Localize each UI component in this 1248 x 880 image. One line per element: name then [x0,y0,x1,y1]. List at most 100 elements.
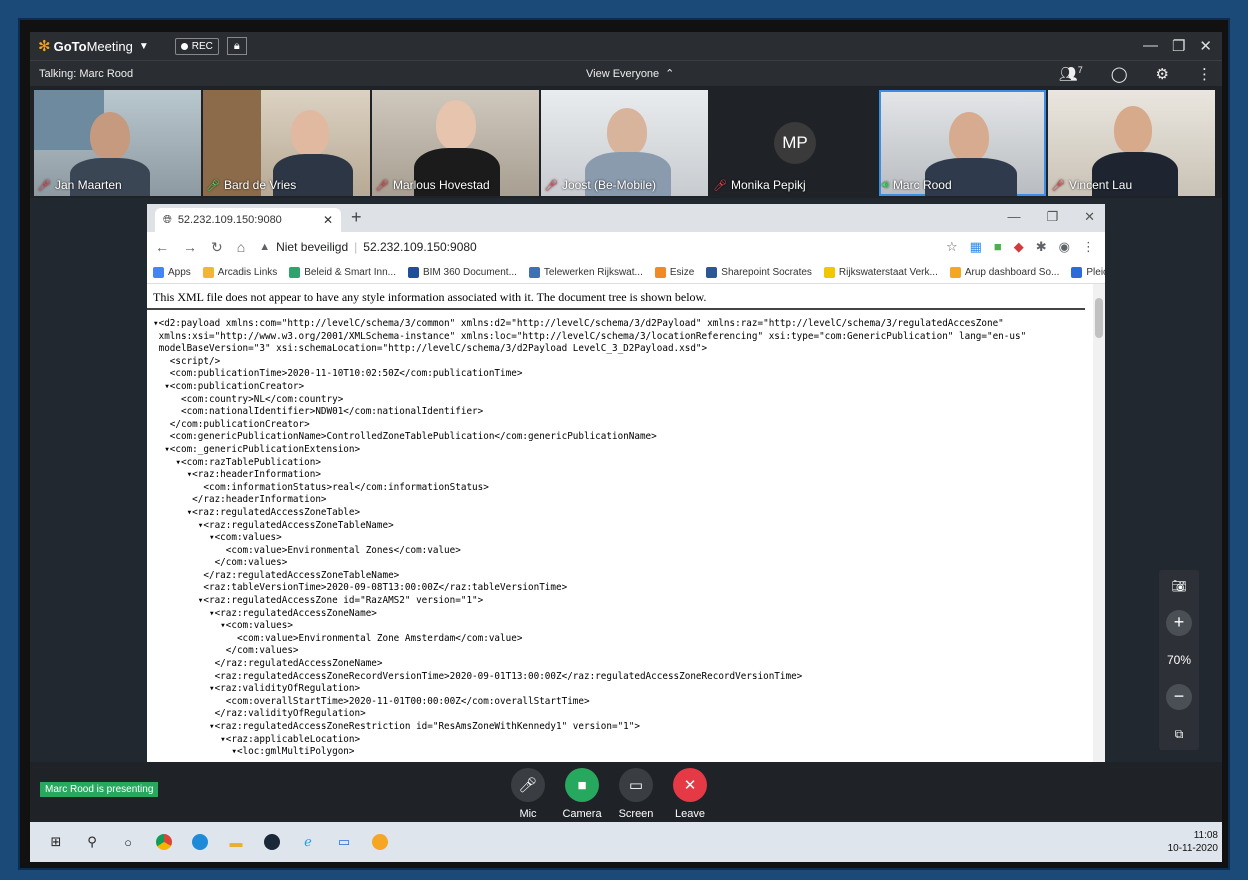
globe-icon: 🌐︎ [163,213,172,226]
new-tab-button[interactable]: + [351,207,362,228]
xml-line[interactable]: ▾<raz:regulatedAccessZone id="RazAMS2" v… [153,595,1093,608]
xml-line[interactable]: ▾<loc:gmlMultiPolygon> [153,746,1093,759]
search-icon[interactable]: ⚲ [82,832,102,852]
bookmark-item[interactable]: Esize [654,267,694,278]
chat-icon[interactable]: ◯ [1111,65,1128,83]
xml-line[interactable]: ▾<raz:regulatedAccessZoneTable> [153,507,1093,520]
video-tile[interactable]: 🎤︎ Joost (Be-Mobile) [541,90,708,196]
restore-icon[interactable]: ❐ [1046,209,1058,225]
gotomeeting-menu[interactable]: ✻ GoTo Meeting ▼ [38,37,149,55]
xml-line: xmlns:xsi="http://www.w3.org/2001/XMLSch… [153,330,1027,342]
xml-line[interactable]: ▾<com:razTablePublication> [153,457,1093,470]
puzzle-icon[interactable]: ✱ [1036,239,1047,255]
ie-icon[interactable]: ℯ [298,832,318,852]
xml-line[interactable]: ▾<d2:payload xmlns:com="http://levelC/sc… [153,318,1093,331]
gotomeeting-taskbar-icon[interactable] [370,832,390,852]
steam-icon[interactable] [262,832,282,852]
video-tile[interactable]: 🎤︎ Vincent Lau [1048,90,1215,196]
bookmark-item[interactable]: BIM 360 Document... [407,267,517,278]
restore-icon[interactable]: ❐ [1172,37,1185,55]
zoom-out-button[interactable]: − [1166,683,1192,710]
extension-ms-icon[interactable]: ■ [994,239,1002,255]
xml-line[interactable]: ▾<com:values> [153,532,1093,545]
xml-line: </com:values> [153,557,288,569]
vertical-scrollbar[interactable] [1093,284,1105,762]
camera-button[interactable]: ■ Camera [562,768,602,820]
pop-out-icon[interactable]: ⧉ [1175,727,1184,742]
lock-icon: 🔒︎ [233,39,240,52]
star-icon[interactable]: ☆ [946,239,958,255]
leave-button[interactable]: ✕ Leave [672,768,708,820]
back-icon[interactable]: ← [155,239,169,255]
minimize-icon[interactable]: — [1143,37,1158,55]
cortana-icon[interactable]: ○ [118,832,138,852]
xml-line[interactable]: ▾<raz:regulatedAccessZoneTableName> [153,520,1093,533]
lock-meeting-button[interactable]: 🔒︎ [226,37,247,55]
omnibox[interactable]: ▲ Niet beveiligd | 52.232.109.150:9080 [259,240,477,254]
bookmark-label: Beleid & Smart Inn... [304,267,396,278]
file-explorer-icon[interactable]: ▬ [226,832,246,852]
record-label: REC [191,40,213,52]
xml-line[interactable]: ▾<com:publicationCreator> [153,381,1093,394]
gear-icon[interactable]: ⚙ [1156,65,1169,83]
bookmark-icon [949,267,961,278]
bookmark-item[interactable]: Sharepoint Socrates [706,267,812,278]
more-vertical-icon[interactable]: ⋮ [1197,65,1212,83]
profile-icon[interactable]: ◉ [1059,239,1070,255]
more-vertical-icon[interactable]: ⋮ [1082,239,1095,255]
participant-name: 🎤︎ Jan Maarten [37,178,122,192]
windows-start-icon[interactable]: ⊞ [46,832,66,852]
bookmark-item[interactable]: Telewerken Rijkswat... [528,267,643,278]
xml-line[interactable]: ▾<com:values> [153,620,1093,633]
tab-bar: 🌐︎ 52.232.109.150:9080 ✕ + — ❐ ✕ [147,204,1105,232]
xml-line: <raz:regulatedAccessZoneRecordVersionTim… [153,670,803,682]
camera-snapshot-icon[interactable]: 📷︎ [1171,579,1186,593]
info-bar-actions: 👥︎7 ◯ ⚙ ⋮ [1059,65,1212,83]
extension-grid-icon[interactable]: ▦ [970,239,982,255]
xml-line[interactable]: ▾<raz:headerInformation> [153,469,1093,482]
bookmarks-bar: Apps Arcadis Links Beleid & Smart Inn... BI… [147,262,1105,284]
record-button[interactable]: REC [174,37,219,55]
system-clock[interactable]: 11:08 10-11-2020 [1168,829,1218,855]
minimize-icon[interactable]: — [1007,209,1020,225]
video-tile[interactable]: 🎤︎ Jan Maarten [34,90,201,196]
scrollbar-thumb[interactable] [1095,298,1103,338]
mic-button[interactable]: 🎤︎ Mic [510,768,546,820]
chevron-up-down-icon: ⌃ [665,68,675,80]
bookmark-item[interactable]: Beleid & Smart Inn... [289,267,396,278]
home-icon[interactable]: ⌂ [237,239,245,255]
title-bar: ✻ GoTo Meeting ▼ REC 🔒︎ — ❐ ✕ [30,32,1222,60]
screen-share-button[interactable]: ▭ Screen [618,768,654,820]
xml-line[interactable]: ▾<raz:regulatedAccessZoneName> [153,608,1093,621]
extension-shield-icon[interactable]: ◆ [1014,239,1024,255]
bookmark-item[interactable]: Rijkswaterstaat Verk... [823,267,938,278]
close-tab-icon[interactable]: ✕ [323,213,333,227]
bookmark-item[interactable]: Arup dashboard So... [949,267,1059,278]
bookmark-item[interactable]: Apps [153,267,191,278]
forward-icon[interactable]: → [183,239,197,255]
view-selector[interactable]: View Everyone ⌃ [586,67,675,81]
browser-tab[interactable]: 🌐︎ 52.232.109.150:9080 ✕ [155,208,341,232]
attendees-button[interactable]: 👥︎7 [1059,65,1083,83]
bookmark-item[interactable]: Pleio [1071,267,1105,278]
xml-line[interactable]: ▾<raz:regulatedAccessZoneRestriction id=… [153,721,1093,734]
desktop-app-icon[interactable]: ▭ [334,832,354,852]
edge-icon[interactable] [190,832,210,852]
zoom-in-button[interactable]: + [1166,609,1192,636]
xml-line: <com:nationalIdentifier>NDW01</com:natio… [153,406,484,418]
video-tile[interactable]: 🎤︎ Marlous Hovestad [372,90,539,196]
video-tile[interactable]: 🎤︎ Bard de Vries [203,90,370,196]
video-tile-active-speaker[interactable]: 🔊︎ Marc Rood [879,90,1046,196]
reload-icon[interactable]: ↻ [211,239,223,256]
xml-line[interactable]: ▾<raz:validityOfRegulation> [153,683,1093,696]
bookmark-item[interactable]: Arcadis Links [202,267,277,278]
warning-icon: ▲ [259,241,271,253]
xml-line[interactable]: ▾<com:_genericPublicationExtension> [153,444,1093,457]
xml-line[interactable]: ▾<raz:applicableLocation> [153,734,1093,747]
video-tile[interactable]: MP 🎤︎ Monika Pepikj [710,90,877,196]
chrome-icon[interactable] [154,832,174,852]
people-icon: 👥︎ [1058,65,1078,83]
close-icon[interactable]: ✕ [1084,209,1095,225]
participant-name: 🔊︎ Marc Rood [882,178,952,192]
close-icon[interactable]: ✕ [1199,37,1212,55]
